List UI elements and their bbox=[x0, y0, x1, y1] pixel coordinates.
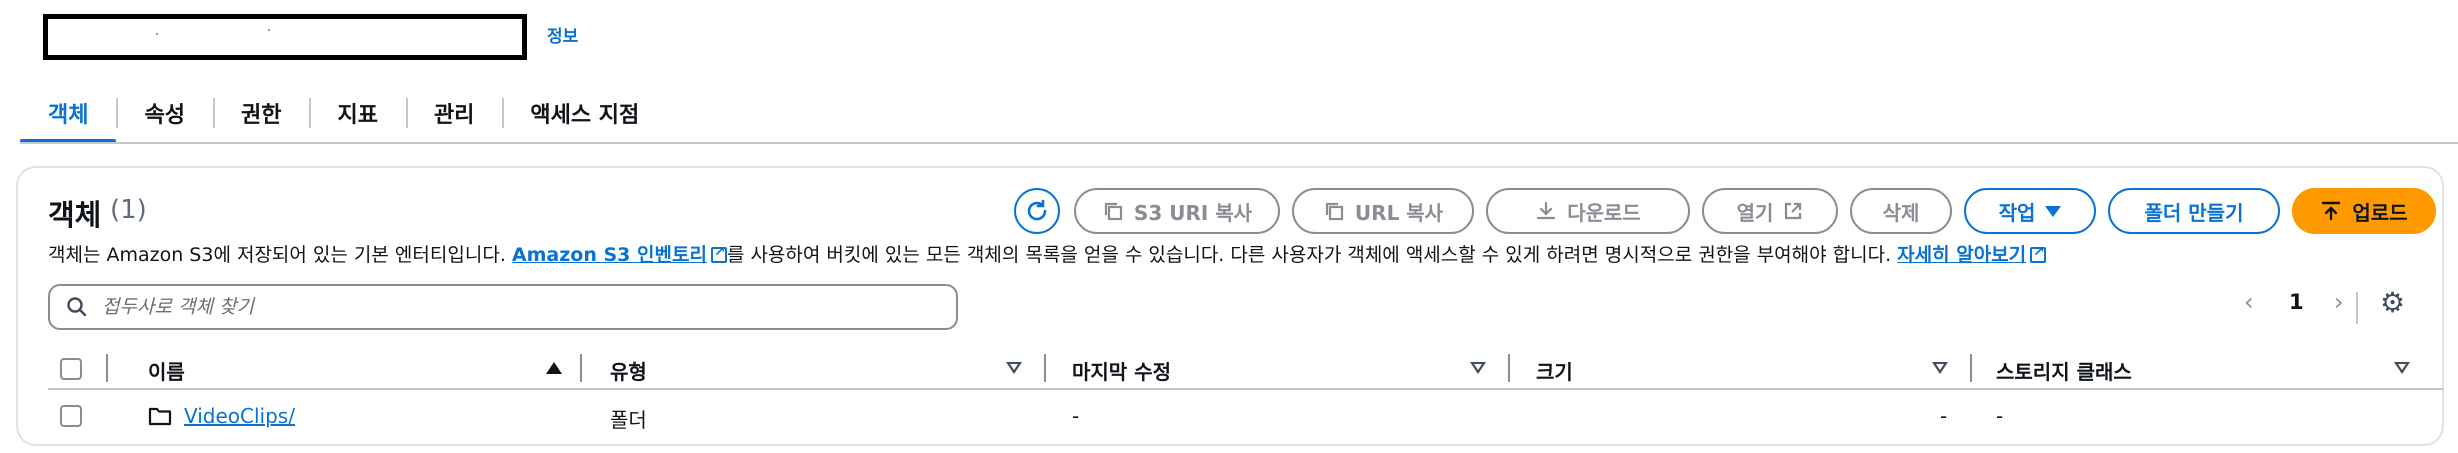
column-divider bbox=[580, 354, 582, 382]
object-storage-class: - bbox=[1996, 404, 2004, 428]
column-header-type[interactable]: 유형 bbox=[610, 356, 647, 385]
copy-s3-uri-label: S3 URI 복사 bbox=[1133, 200, 1253, 225]
column-divider bbox=[1508, 354, 1510, 382]
column-header-size[interactable]: 크기 bbox=[1536, 356, 1573, 385]
delete-label: 삭제 bbox=[1882, 200, 1920, 225]
column-divider bbox=[106, 354, 108, 382]
copy-icon bbox=[1325, 202, 1344, 221]
sort-icon[interactable] bbox=[1006, 362, 1022, 374]
download-icon bbox=[1537, 201, 1556, 220]
column-divider bbox=[1044, 354, 1046, 382]
copy-url-label: URL 복사 bbox=[1354, 200, 1444, 225]
copy-s3-uri-button[interactable]: S3 URI 복사 bbox=[1074, 188, 1280, 234]
redaction-mark bbox=[268, 29, 270, 31]
caret-down-icon bbox=[2045, 205, 2062, 217]
info-link[interactable]: 정보 bbox=[547, 22, 578, 47]
refresh-button[interactable] bbox=[1014, 188, 1060, 234]
object-size: - bbox=[1940, 404, 1948, 428]
sort-ascending-icon[interactable] bbox=[546, 362, 562, 374]
actions-label: 작업 bbox=[1998, 200, 2036, 225]
download-label: 다운로드 bbox=[1567, 200, 1641, 225]
previous-page-icon[interactable]: ‹ bbox=[2244, 288, 2254, 316]
actions-dropdown[interactable]: 작업 bbox=[1964, 188, 2096, 234]
current-page-number[interactable]: 1 bbox=[2289, 290, 2304, 314]
learn-more-link[interactable]: 자세히 알아보기 bbox=[1897, 244, 2026, 266]
tab-objects[interactable]: 객체 bbox=[20, 84, 117, 144]
copy-url-button[interactable]: URL 복사 bbox=[1292, 188, 1474, 234]
tabs-divider bbox=[20, 142, 2458, 144]
download-button[interactable]: 다운로드 bbox=[1486, 188, 1690, 234]
search-box bbox=[48, 284, 958, 330]
table-header: 이름 유형 마지막 수정 크기 스토리지 클래스 bbox=[48, 348, 2444, 390]
column-header-name[interactable]: 이름 bbox=[148, 356, 185, 385]
select-all-checkbox[interactable] bbox=[60, 358, 82, 380]
create-folder-button[interactable]: 폴더 만들기 bbox=[2108, 188, 2280, 234]
external-link-icon bbox=[2030, 244, 2047, 263]
tab-access-points[interactable]: 액세스 지점 bbox=[502, 84, 667, 142]
sort-icon[interactable] bbox=[1932, 362, 1948, 374]
upload-button[interactable]: 업로드 bbox=[2292, 188, 2436, 234]
column-header-last-modified[interactable]: 마지막 수정 bbox=[1072, 356, 1171, 385]
object-last-modified: - bbox=[1072, 404, 1080, 428]
next-page-icon[interactable]: › bbox=[2334, 288, 2344, 316]
object-count: (1) bbox=[110, 195, 147, 225]
upload-label: 업로드 bbox=[2352, 200, 2408, 225]
external-link-icon bbox=[1785, 202, 1802, 220]
refresh-icon bbox=[1027, 199, 1047, 221]
create-folder-label: 폴더 만들기 bbox=[2144, 200, 2244, 225]
delete-button[interactable]: 삭제 bbox=[1850, 188, 1952, 234]
settings-gear-icon[interactable]: ⚙ bbox=[2380, 286, 2405, 319]
search-input[interactable] bbox=[102, 296, 922, 318]
column-header-storage-class[interactable]: 스토리지 클래스 bbox=[1996, 356, 2132, 385]
search-icon bbox=[67, 297, 87, 317]
description-text: 객체는 Amazon S3에 저장되어 있는 기본 엔터티입니다. bbox=[48, 244, 512, 266]
sort-icon[interactable] bbox=[1470, 362, 1486, 374]
external-link-icon bbox=[710, 244, 727, 263]
open-label: 열기 bbox=[1736, 200, 1774, 225]
pager-divider bbox=[2356, 292, 2358, 324]
tab-properties[interactable]: 속성 bbox=[116, 84, 212, 142]
sort-icon[interactable] bbox=[2394, 362, 2410, 374]
tab-bar: 객체 속성 권한 지표 관리 액세스 지점 bbox=[20, 84, 667, 144]
tab-management[interactable]: 관리 bbox=[405, 84, 502, 142]
folder-icon bbox=[148, 407, 172, 426]
row-checkbox[interactable] bbox=[60, 405, 82, 427]
object-name-link[interactable]: VideoClips/ bbox=[184, 404, 295, 428]
redaction-mark bbox=[156, 33, 158, 35]
open-button[interactable]: 열기 bbox=[1702, 188, 1838, 234]
tab-metrics[interactable]: 지표 bbox=[309, 84, 405, 142]
panel-title: 객체 bbox=[48, 198, 102, 232]
panel-description: 객체는 Amazon S3에 저장되어 있는 기본 엔터티입니다. Amazon… bbox=[48, 240, 2047, 267]
upload-icon bbox=[2322, 201, 2341, 221]
bucket-name-redacted bbox=[43, 14, 527, 60]
copy-icon bbox=[1104, 202, 1123, 221]
tab-permissions[interactable]: 권한 bbox=[212, 84, 309, 142]
column-divider bbox=[1970, 354, 1972, 382]
objects-panel: 객체 (1) S3 URI 복사 URL 복사 다운로드 열기 삭제 작업 폴더… bbox=[16, 166, 2444, 446]
inventory-link[interactable]: Amazon S3 인벤토리 bbox=[512, 244, 707, 266]
description-text: 를 사용하여 버킷에 있는 모든 객체의 목록을 얻을 수 있습니다. 다른 사… bbox=[726, 244, 1898, 266]
table-row: VideoClips/ 폴더 - - - bbox=[48, 394, 2444, 438]
object-type: 폴더 bbox=[610, 408, 647, 432]
